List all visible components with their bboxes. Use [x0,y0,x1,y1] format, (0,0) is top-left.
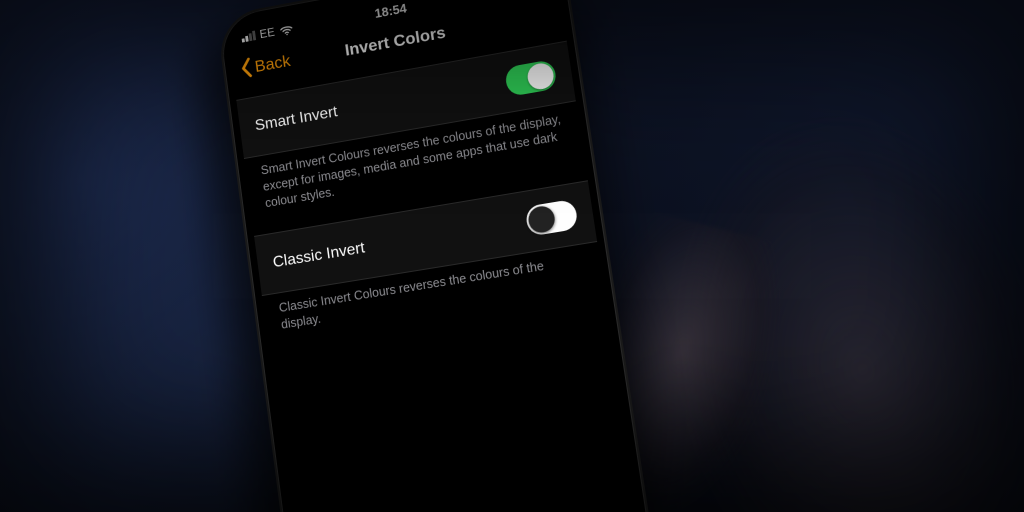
chevron-left-icon [238,56,254,82]
smart-invert-toggle[interactable] [504,59,558,97]
classic-invert-toggle[interactable] [525,198,579,236]
back-button[interactable]: Back [237,40,293,91]
toggle-knob [526,61,555,91]
carrier-label: EE [259,25,276,41]
wifi-icon [279,24,293,36]
classic-invert-label: Classic Invert [272,239,366,272]
toggle-knob [527,204,557,234]
clock: 18:54 [374,0,408,20]
page-title: Invert Colors [344,23,447,60]
scene-background: EE 18:54 [0,0,1024,512]
cell-signal-icon [241,31,256,43]
iphone-screen: EE 18:54 [226,0,649,512]
back-label: Back [254,51,292,76]
iphone-device-frame: EE 18:54 [216,0,662,512]
smart-invert-label: Smart Invert [254,104,339,136]
